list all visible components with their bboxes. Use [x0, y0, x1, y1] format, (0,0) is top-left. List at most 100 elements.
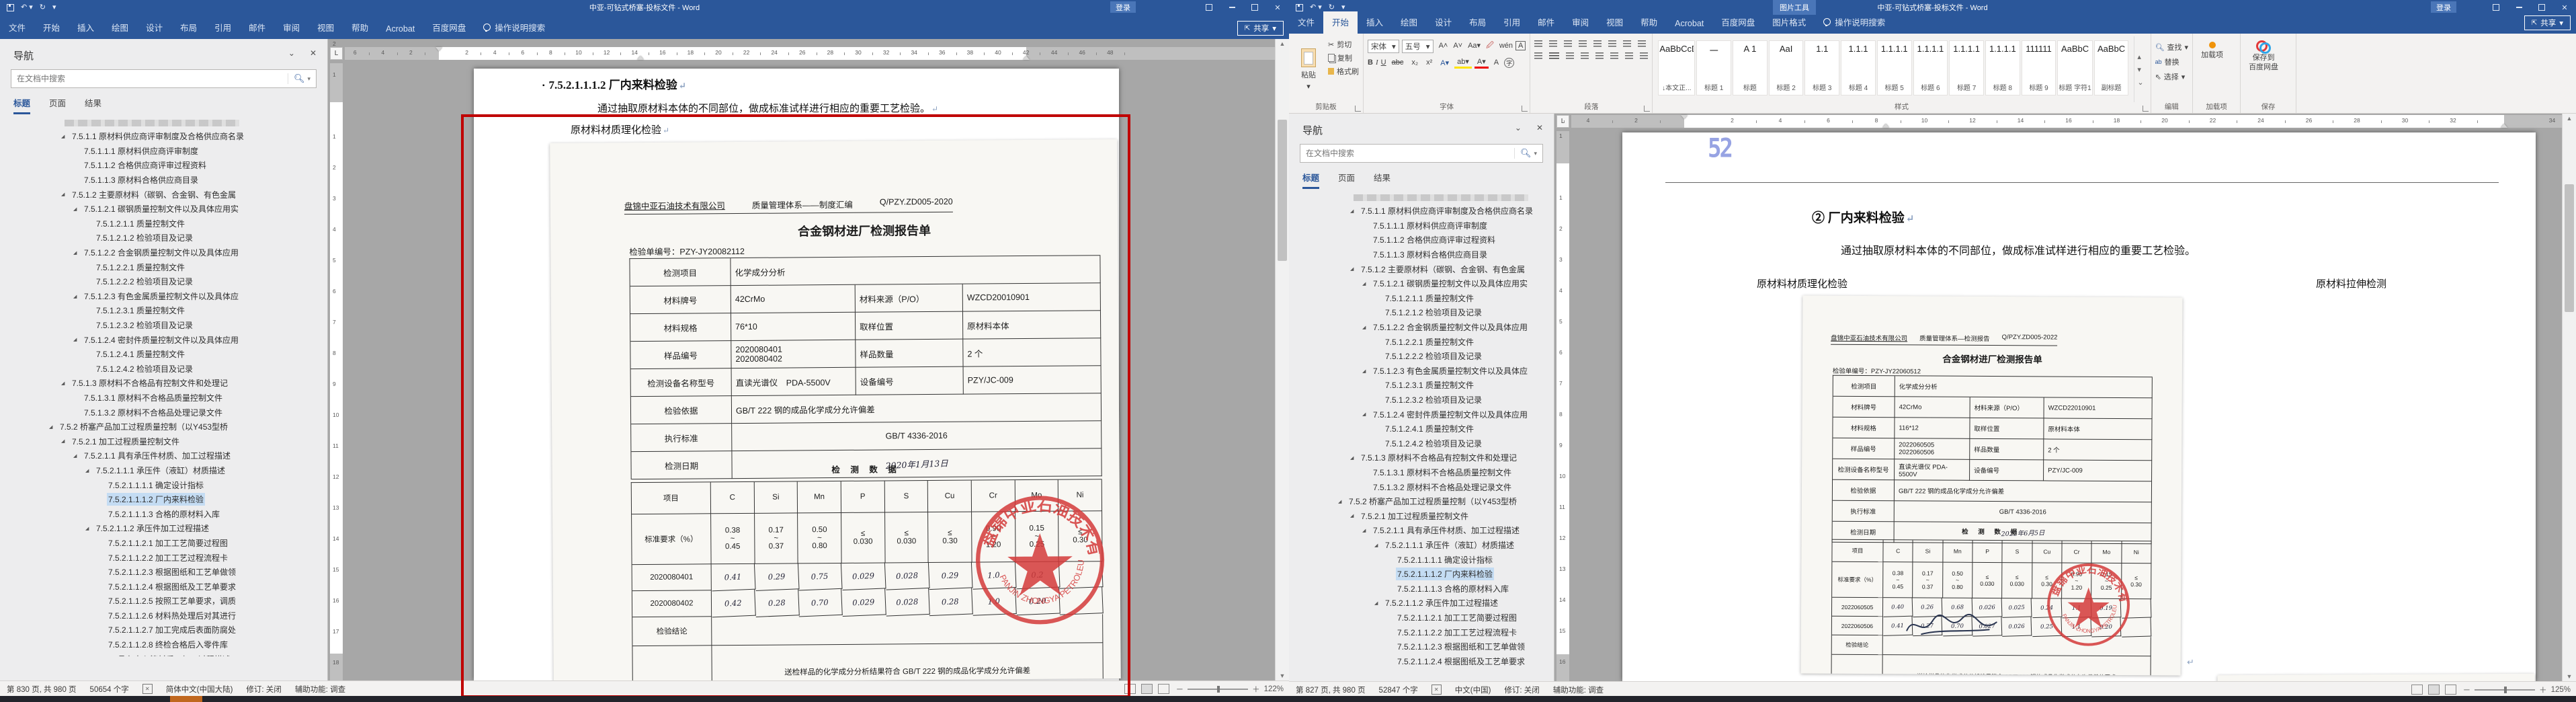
nav-tree-item[interactable]: ◢ 7.5.1.2.1 碳钢质量控制文件以及具体应用实 [1289, 276, 1554, 291]
nav-tree-item[interactable]: ◢ 7.5.1.2.2 合金钢质量控制文件以及具体应用 [0, 245, 327, 260]
document-page[interactable]: ▪ 7.5.2.1.1.1.2 厂内来料检验 ↵ 通过抽取原材料本体的不同部位，做成… [474, 69, 1121, 680]
nav-tree-item[interactable]: ◢ 7.5.2.1 加工过程质量控制文件 [1289, 508, 1554, 523]
nav-tree-item[interactable]: 7.5.1.2.3.2 检验项目及记录 [0, 318, 327, 333]
nav-tree-item[interactable]: 7.5.2.1.1.2.3 根据图纸和工艺单做领 [0, 565, 327, 580]
multilevel-list-icon[interactable] [1564, 40, 1573, 48]
save-icon[interactable] [1296, 3, 1303, 11]
scanned-report-image-tensile[interactable]: 盘锦中亚石油技术有限公司质量管理体系—检测报告Q/PZY.ZD005-2022合… [2217, 673, 2537, 681]
expand-arrow-icon[interactable]: ◢ [1362, 412, 1366, 417]
nav-tree-item[interactable]: 7.5.2.1.1.2.8 终检合格后入零件库 [0, 637, 327, 652]
bullets-icon[interactable] [1534, 40, 1543, 48]
expand-arrow-icon[interactable]: ◢ [61, 134, 65, 139]
expand-arrow-icon[interactable]: ◢ [1338, 499, 1341, 504]
scrollbar-thumb[interactable] [2565, 184, 2574, 312]
shrink-font-icon[interactable]: A˅ [1450, 41, 1465, 50]
subscript-icon[interactable]: x₂ [1409, 58, 1421, 67]
status-language[interactable]: 简体中文(中国大陆) [166, 684, 233, 695]
clear-format-icon[interactable]: 🖉︎ [1483, 39, 1497, 53]
dialog-launcher-icon[interactable] [1355, 106, 1361, 112]
expand-arrow-icon[interactable]: ◢ [73, 250, 77, 256]
nav-tree-item[interactable]: 7.5.1.2.4.1 质量控制文件 [0, 347, 327, 362]
style-item[interactable]: 1.1.1 标题 4 [1841, 40, 1876, 95]
tab-selector[interactable]: L [330, 47, 343, 60]
tab-布局[interactable]: 布局 [171, 17, 206, 39]
nav-tree-item[interactable]: 7.5.2.1.1.1.1 确定设计指标 [1289, 552, 1554, 567]
expand-arrow-icon[interactable]: ◢ [61, 438, 65, 444]
zoom-in-icon[interactable]: ＋ [2539, 685, 2547, 695]
expand-arrow-icon[interactable]: ◢ [1374, 600, 1378, 606]
nav-tree-item[interactable]: 7.5.2.1.1.2.1 加工工艺简要过程图 [1289, 611, 1554, 625]
find-button[interactable]: 🔍︎ 查找 ▾ [2155, 42, 2189, 52]
zoom-slider-thumb[interactable] [2504, 686, 2507, 693]
nav-tree-item[interactable]: 7.5.2.1.1.2.2 加工工艺过程流程卡 [0, 550, 327, 565]
scanned-report-image-chem[interactable]: 盘锦中亚石油技术有限公司 质量管理体系—检测报告 Q/PZY.ZD005-2022 合… [1800, 295, 2183, 676]
nav-tree-item[interactable]: ◢7.5.2.1.2 具有中心管材质、加工过程描述 [0, 652, 327, 656]
align-right-icon[interactable] [1566, 52, 1575, 60]
vertical-ruler[interactable]: 2 1 1 2 3 4 5 6 7 8 9 10 11 12 13 14 15 16 17 18 [330, 40, 343, 680]
nav-tree-item[interactable]: 7.5.1.2.3.2 检验项目及记录 [1289, 393, 1554, 407]
tab-审阅[interactable]: 审阅 [274, 17, 308, 39]
style-item[interactable]: AaBbC 标题 字符1 [2057, 40, 2093, 95]
status-language[interactable]: 中文(中国) [1455, 685, 1491, 695]
tab-绘图[interactable]: 绘图 [1392, 11, 1426, 34]
dialog-launcher-icon[interactable] [1522, 106, 1528, 112]
zoom-out-icon[interactable]: － [2463, 685, 2471, 695]
style-item[interactable]: 1.1.1.1 标题 7 [1949, 40, 1984, 95]
nav-tree-item[interactable]: 7.5.1.2.3.1 质量控制文件 [1289, 378, 1554, 393]
nav-tree-item[interactable]: 7.5.2.1.1.1.2 厂内来料检验 [0, 492, 327, 507]
chevron-down-icon[interactable]: ⌄ [1515, 123, 1522, 132]
document-canvas[interactable]: L 6 4 2 2 4 6 8 10 12 14 16 18 20 22 24 26 28 30 32 34 36 38 4… [328, 39, 1275, 680]
nav-tree-item[interactable]: 7.5.1.1.2 合格供应商评审过程资料 [0, 158, 327, 173]
format-painter-button[interactable]: 格式刷 [1328, 66, 1359, 77]
tab-百度网盘[interactable]: 百度网盘 [423, 17, 474, 39]
highlight-icon[interactable]: ab▾ [1454, 56, 1472, 69]
expand-arrow-icon[interactable]: ◢ [1350, 208, 1354, 214]
expand-arrow-icon[interactable]: ◢ [1350, 513, 1354, 518]
nav-tree-item[interactable]: 7.5.1.2.1.2 检验项目及记录 [0, 231, 327, 245]
search-icon[interactable]: 🔍︎ ▾ [287, 73, 316, 84]
scrollbar-thumb[interactable] [1278, 120, 1287, 261]
horizontal-ruler[interactable]: 642246810121416182022242628303234 [1564, 115, 2562, 128]
cut-button[interactable]: ✂︎ 剪切 [1328, 39, 1359, 50]
view-web-icon[interactable] [1157, 684, 1169, 694]
expand-arrow-icon[interactable]: ◢ [1374, 543, 1378, 548]
tab-审阅[interactable]: 审阅 [1563, 11, 1597, 34]
close-icon[interactable]: ✕ [2553, 0, 2576, 15]
nav-tree-item[interactable]: 7.5.1.2.1.2 检验项目及记录 [1289, 305, 1554, 320]
horizontal-ruler[interactable]: 6 4 2 2 4 6 8 10 12 14 16 18 20 22 24 26 28 30 32 34 36 38 40 4… [345, 47, 1275, 60]
nav-tree-item[interactable]: 7.5.2.1.1.2.2 加工工艺过程流程卡 [1289, 625, 1554, 639]
nav-tree-item[interactable]: ◢ 7.5.2.1 加工过程质量控制文件 [0, 434, 327, 448]
expand-arrow-icon[interactable]: ◢ [1362, 281, 1366, 286]
nav-tree-item[interactable]: ◢ 7.5.2.1.1.2 承压件加工过程描述 [1289, 596, 1554, 611]
char-border-icon[interactable]: A [1515, 41, 1526, 50]
expand-arrow-icon[interactable]: ◢ [85, 468, 89, 473]
zoom-slider[interactable] [1188, 685, 1249, 693]
font-color-icon[interactable]: A▾ [1474, 56, 1489, 69]
zoom-level[interactable]: 125% [2551, 686, 2571, 694]
ribbon-display-options-icon[interactable] [2485, 0, 2507, 15]
font-name-combo[interactable]: 宋体 ▾ [1368, 39, 1399, 53]
nav-tab-结果[interactable]: 结果 [1374, 171, 1390, 189]
justify-icon[interactable] [1581, 52, 1589, 60]
status-page-indicator[interactable]: 第 830 页, 共 980 页 [7, 684, 77, 695]
superscript-icon[interactable]: x² [1423, 58, 1435, 67]
nav-tab-标题[interactable]: 标题 [13, 96, 31, 114]
status-accessibility[interactable]: 辅助功能: 调查 [1553, 685, 1604, 695]
nav-tree-item[interactable]: ◢ 7.5.1.2.3 有色金属质量控制文件以及具体应 [0, 289, 327, 304]
style-item[interactable]: 1.1.1.1 标题 8 [1985, 40, 2020, 95]
qat-customize-icon[interactable]: ▾ [1341, 3, 1345, 11]
select-button[interactable]: ⇖ 选择 ▾ [2155, 71, 2189, 82]
save-icon[interactable] [7, 3, 14, 11]
nav-tree-item[interactable]: 7.5.1.2.2.1 质量控制文件 [1289, 334, 1554, 349]
tab-文件[interactable]: 文件 [1289, 11, 1323, 34]
nav-tree-item[interactable]: 7.5.2.1.1.2.4 根据图纸及工艺单要求 [0, 579, 327, 594]
expand-arrow-icon[interactable]: ◢ [1362, 325, 1366, 330]
nav-tree-item[interactable]: ◢ 7.5.1.2.4 密封件质量控制文件以及具体应用 [0, 332, 327, 347]
close-icon[interactable]: ✕ [1266, 0, 1289, 15]
scanned-report-image[interactable]: 盘锦中亚石油技术有限公司 质量管理体系——制度汇编 Q/PZY.ZD005-2020… [550, 139, 1121, 680]
tab-开始[interactable]: 开始 [34, 17, 69, 39]
search-input[interactable] [1300, 149, 1514, 158]
style-item[interactable]: AaBbC 副标题 [2093, 40, 2129, 95]
undo-icon[interactable]: ↶ ▾ [21, 3, 33, 11]
status-track-changes[interactable]: 修订: 关闭 [1504, 685, 1539, 695]
